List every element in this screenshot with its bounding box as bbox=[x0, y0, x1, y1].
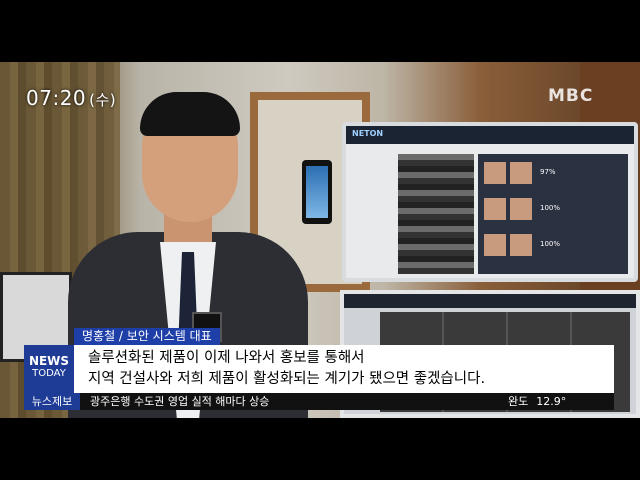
interviewee-hair bbox=[140, 92, 240, 136]
monitor-crowd-feed bbox=[398, 154, 474, 274]
match-percent: 97% bbox=[540, 168, 556, 176]
clock-time: 07:20 bbox=[26, 86, 87, 110]
match-percent: 100% bbox=[540, 240, 561, 248]
subtitle-box: 솔루션화된 제품이 이제 나와서 홍보를 통해서 지역 건설사와 저희 제품이 … bbox=[74, 345, 614, 393]
channel-logo: MBC bbox=[548, 86, 594, 106]
monitor-toolbar: NETON bbox=[346, 126, 634, 144]
face-recognition-monitor: NETON 97% 100% 100% bbox=[342, 122, 638, 282]
subtitle-line-2: 지역 건설사와 저희 제품이 활성화되는 계기가 됐으면 좋겠습니다. bbox=[88, 371, 486, 387]
program-logo: NEWS TODAY bbox=[24, 345, 74, 393]
match-percent: 100% bbox=[540, 204, 561, 212]
face-thumbnail bbox=[510, 198, 532, 220]
weather-readout: 완도 12.9° bbox=[508, 393, 566, 410]
clock-day: (수) bbox=[89, 91, 117, 109]
monitor-logo: NETON bbox=[352, 129, 384, 138]
subtitle-line-1: 솔루션화된 제품이 이제 나와서 홍보를 통해서 bbox=[88, 350, 365, 366]
cctv-toolbar bbox=[344, 294, 636, 308]
ticker-label: 뉴스제보 bbox=[24, 393, 80, 410]
face-thumbnail bbox=[510, 234, 532, 256]
speaker-name-tag: 명홍철 / 보안 시스템 대표 bbox=[74, 328, 220, 345]
program-logo-line2: TODAY bbox=[32, 368, 66, 379]
face-thumbnail bbox=[510, 162, 532, 184]
face-thumbnail bbox=[484, 198, 506, 220]
face-thumbnail bbox=[484, 162, 506, 184]
face-thumbnail bbox=[484, 234, 506, 256]
video-frame: NETON 97% 100% 100% 07:20 (수) MBC 명홍철 / … bbox=[0, 0, 640, 480]
weather-location: 완도 bbox=[508, 395, 529, 408]
weather-temperature: 12.9° bbox=[536, 395, 567, 408]
broadcast-clock: 07:20 (수) bbox=[26, 86, 116, 110]
monitor-face-panel: 97% 100% 100% bbox=[478, 154, 628, 274]
program-logo-line1: NEWS bbox=[28, 354, 70, 368]
